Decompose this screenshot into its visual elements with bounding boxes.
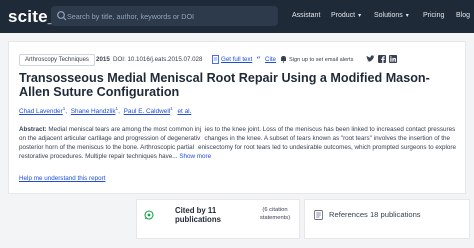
- chevron-down-icon: ▾: [358, 13, 362, 19]
- nav-product[interactable]: Product ▾: [331, 12, 361, 19]
- paper-card: Arthroscopy Techniques 2015 DOI: 10.1016…: [8, 41, 466, 194]
- nav-blog[interactable]: Blog: [456, 12, 470, 19]
- author-list: Chad Lavender1, Shane Handzlik1, Paul E.…: [19, 106, 192, 116]
- svg-text:“: “: [256, 56, 261, 63]
- search-bar[interactable]: [51, 6, 278, 26]
- show-more-link[interactable]: Show more: [179, 153, 211, 160]
- whatsapp-icon: [144, 210, 154, 220]
- author-link[interactable]: Paul E. Caldwell: [124, 108, 171, 115]
- author-link[interactable]: Shane Handzlik: [71, 108, 116, 115]
- references-icon: [314, 210, 323, 220]
- cited-by-count: Cited by 11 publications: [175, 206, 221, 224]
- bell-icon: [281, 56, 286, 63]
- quote-icon: “: [256, 56, 261, 63]
- abstract: Abstract: Medial meniscal tears are amon…: [19, 126, 456, 160]
- abstract-label: Abstract:: [19, 126, 47, 133]
- citation-statements: (6 citation statements): [259, 207, 291, 221]
- category-tag[interactable]: Arthroscopy Techniques: [19, 54, 95, 66]
- author-link[interactable]: Chad Lavender: [19, 108, 63, 115]
- cited-by-panel[interactable]: Cited by 11 publications (6 citation sta…: [136, 199, 300, 239]
- nav-assistant[interactable]: Assistant: [292, 12, 320, 19]
- references-count: References 18 publications: [329, 210, 421, 219]
- cite-link[interactable]: Cite: [265, 56, 276, 63]
- get-full-text-link[interactable]: Get full text: [221, 56, 252, 63]
- nav-pricing[interactable]: Pricing: [423, 12, 444, 19]
- doi[interactable]: DOI: 10.1016/j.eats.2015.07.028: [113, 56, 202, 63]
- publication-year: 2015: [96, 56, 110, 63]
- email-alert-signup[interactable]: Sign up to set email alerts: [289, 57, 353, 63]
- references-panel[interactable]: References 18 publications: [304, 199, 470, 239]
- twitter-icon[interactable]: [366, 55, 375, 63]
- paper-title: Transosseous Medial Meniscal Root Repair…: [19, 71, 430, 99]
- search-input[interactable]: [67, 6, 272, 26]
- nav-solutions[interactable]: Solutions ▾: [374, 12, 409, 19]
- linkedin-icon[interactable]: [389, 55, 397, 63]
- help-understand-report-link[interactable]: Help me understand this report: [19, 175, 105, 182]
- facebook-icon[interactable]: [378, 55, 386, 63]
- top-navbar: scite_ Assistant Product▾ Solutions▾ Pri…: [0, 0, 474, 33]
- pdf-icon: [212, 55, 219, 64]
- scite-logo[interactable]: scite_: [8, 7, 57, 27]
- chevron-down-icon: ▾: [405, 13, 409, 19]
- et-al-link[interactable]: et al.: [177, 108, 191, 115]
